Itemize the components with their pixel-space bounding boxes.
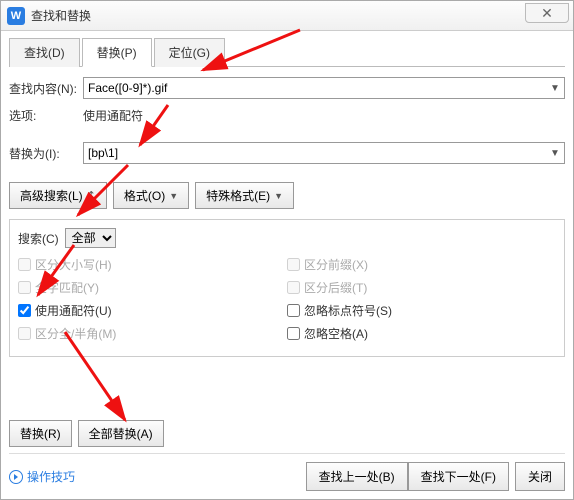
special-format-label: 特殊格式(E) bbox=[206, 187, 270, 204]
check-whole-word: 全字匹配(Y) bbox=[18, 279, 287, 296]
check-prefix-box bbox=[287, 258, 300, 271]
find-next-button[interactable]: 查找下一处(F) bbox=[408, 462, 509, 491]
tab-replace[interactable]: 替换(P) bbox=[82, 38, 152, 67]
check-full-half-box bbox=[18, 327, 31, 340]
replace-all-button[interactable]: 全部替换(A) bbox=[78, 420, 164, 447]
search-options-panel: 搜索(C) 全部 区分大小写(H) 全字匹配(Y) bbox=[9, 219, 565, 357]
replace-input[interactable] bbox=[83, 142, 565, 164]
replace-button[interactable]: 替换(R) bbox=[9, 420, 72, 447]
search-scope-select[interactable]: 全部 bbox=[65, 228, 116, 248]
chevron-down-icon: ▼ bbox=[169, 191, 178, 201]
check-whole-word-box bbox=[18, 281, 31, 294]
window-title: 查找和替换 bbox=[31, 7, 91, 24]
search-scope-label: 搜索(C) bbox=[18, 230, 59, 247]
replace-label: 替换为(I): bbox=[9, 145, 83, 162]
check-suffix: 区分后缀(T) bbox=[287, 279, 556, 296]
advanced-search-button[interactable]: 高级搜索(L) ⇡ bbox=[9, 182, 107, 209]
tips-label: 操作技巧 bbox=[27, 468, 75, 485]
tab-find[interactable]: 查找(D) bbox=[9, 38, 80, 67]
check-punctuation[interactable]: 忽略标点符号(S) bbox=[287, 302, 556, 319]
check-wildcards[interactable]: 使用通配符(U) bbox=[18, 302, 287, 319]
play-icon bbox=[9, 470, 23, 484]
check-wildcards-box[interactable] bbox=[18, 304, 31, 317]
titlebar: W 查找和替换 ✕ bbox=[1, 1, 573, 31]
check-suffix-box bbox=[287, 281, 300, 294]
check-prefix: 区分前缀(X) bbox=[287, 256, 556, 273]
close-button[interactable]: 关闭 bbox=[515, 462, 565, 491]
format-label: 格式(O) bbox=[124, 187, 165, 204]
format-button[interactable]: 格式(O) ▼ bbox=[113, 182, 189, 209]
app-icon: W bbox=[7, 7, 25, 25]
check-spaces-box[interactable] bbox=[287, 327, 300, 340]
tips-link[interactable]: 操作技巧 bbox=[9, 468, 75, 485]
tabs: 查找(D) 替换(P) 定位(G) bbox=[9, 37, 565, 67]
chevron-down-icon: ▼ bbox=[274, 191, 283, 201]
tab-goto[interactable]: 定位(G) bbox=[154, 38, 225, 67]
advanced-search-label: 高级搜索(L) bbox=[20, 187, 83, 204]
options-text: 使用通配符 bbox=[83, 107, 143, 124]
special-format-button[interactable]: 特殊格式(E) ▼ bbox=[195, 182, 294, 209]
find-input[interactable] bbox=[83, 77, 565, 99]
find-label: 查找内容(N): bbox=[9, 80, 83, 97]
find-prev-button[interactable]: 查找上一处(B) bbox=[306, 462, 408, 491]
check-punctuation-box[interactable] bbox=[287, 304, 300, 317]
check-full-half: 区分全/半角(M) bbox=[18, 325, 287, 342]
check-match-case-box bbox=[18, 258, 31, 271]
updown-icon: ⇡ bbox=[87, 189, 96, 202]
check-spaces[interactable]: 忽略空格(A) bbox=[287, 325, 556, 342]
window-close-button[interactable]: ✕ bbox=[525, 3, 569, 23]
check-match-case: 区分大小写(H) bbox=[18, 256, 287, 273]
options-label: 选项: bbox=[9, 107, 83, 124]
